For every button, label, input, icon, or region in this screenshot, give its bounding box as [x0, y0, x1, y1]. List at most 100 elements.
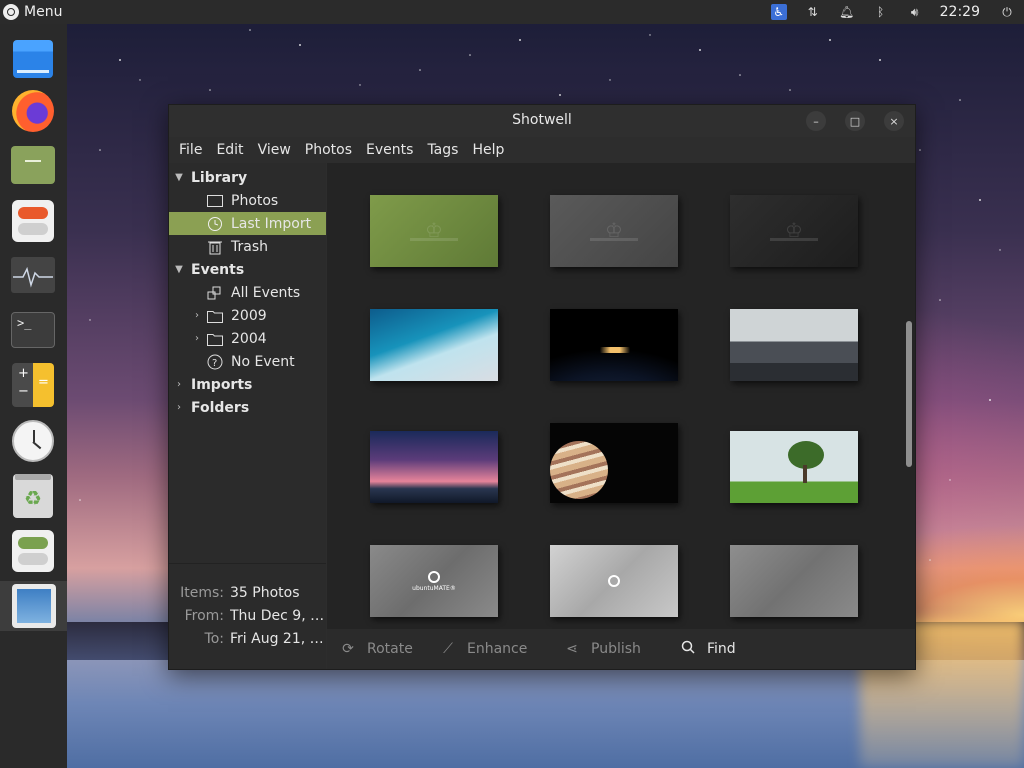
dock-shotwell[interactable]: [0, 581, 67, 631]
ubuntu-mate-logo-icon: [3, 4, 19, 20]
search-icon: [679, 640, 697, 658]
clock[interactable]: 22:29: [932, 0, 990, 24]
calculator-icon: + − =: [12, 363, 54, 407]
dock-files[interactable]: [10, 36, 56, 82]
dock-tweak[interactable]: [10, 528, 56, 574]
photo-caption: ubuntuMATE®: [412, 585, 456, 592]
scrollbar-thumb[interactable]: [906, 321, 912, 467]
notifications-tray-button[interactable]: 🔔︎: [830, 0, 864, 24]
stat-to-label: To:: [204, 631, 224, 647]
dock-clock[interactable]: [10, 418, 56, 464]
sidebar-imports-header[interactable]: › Imports: [169, 373, 326, 396]
accessibility-tray-button[interactable]: ♿: [762, 0, 796, 24]
bluetooth-icon: ᛒ: [877, 5, 885, 19]
dock-calculator[interactable]: + − =: [10, 362, 56, 408]
sidebar-events-header[interactable]: ▼ Events: [169, 258, 326, 281]
menu-photos[interactable]: Photos: [298, 137, 359, 163]
dock-file-manager[interactable]: [10, 142, 56, 188]
minimize-button[interactable]: –: [806, 111, 826, 131]
crown-icon: ♔: [410, 219, 458, 241]
menu-events[interactable]: Events: [359, 137, 420, 163]
collapsed-arrow-icon[interactable]: ›: [191, 333, 203, 344]
menu-help[interactable]: Help: [465, 137, 511, 163]
sidebar-item-last-import[interactable]: Last Import: [169, 212, 326, 235]
menu-view[interactable]: View: [251, 137, 298, 163]
titlebar[interactable]: Shotwell – □ ×: [169, 105, 915, 137]
sidebar-item-2009[interactable]: › 2009: [169, 304, 326, 327]
network-tray-button[interactable]: ⇅: [796, 0, 830, 24]
main-menu-button[interactable]: Menu: [0, 0, 62, 24]
dock: >_ + − = ♻: [0, 24, 67, 768]
power-tray-button[interactable]: ⏻: [990, 0, 1024, 24]
photo-thumbnail[interactable]: ♔: [370, 195, 498, 267]
bottom-toolbar: ⟳ Rotate ⟋ Enhance ⋖ Publish Find: [327, 629, 915, 669]
dock-trash[interactable]: ♻: [10, 473, 56, 519]
menubar: File Edit View Photos Events Tags Help: [169, 137, 915, 163]
photos-icon: [207, 193, 223, 209]
collapsed-arrow-icon[interactable]: ›: [191, 310, 203, 321]
sidebar-item-label: Trash: [231, 238, 268, 255]
share-icon: ⋖: [566, 641, 578, 657]
photo-thumbnail[interactable]: [730, 431, 858, 503]
sidebar-item-trash[interactable]: Trash: [169, 235, 326, 258]
expanded-arrow-icon[interactable]: ▼: [173, 172, 185, 183]
question-icon: ?: [207, 354, 223, 370]
photo-thumbnail[interactable]: [730, 309, 858, 381]
close-button[interactable]: ×: [884, 111, 904, 131]
sidebar-item-2004[interactable]: › 2004: [169, 327, 326, 350]
terminal-icon: >_: [11, 312, 55, 348]
maximize-icon: □: [849, 114, 861, 128]
photo-thumbnail[interactable]: [370, 309, 498, 381]
photo-thumbnail[interactable]: ubuntuMATE®: [370, 545, 498, 617]
photo-thumbnail[interactable]: ♔: [730, 195, 858, 267]
photo-thumbnail[interactable]: [550, 309, 678, 381]
dock-terminal[interactable]: >_: [10, 307, 56, 353]
system-tray: ♿ ⇅ 🔔︎ ᛒ 🔊︎ 22:29 ⏻: [762, 0, 1024, 24]
dock-system-monitor[interactable]: [10, 252, 56, 298]
volume-tray-button[interactable]: 🔊︎: [898, 0, 932, 24]
network-icon: ⇅: [807, 5, 818, 19]
bluetooth-tray-button[interactable]: ᛒ: [864, 0, 898, 24]
rotate-button[interactable]: ⟳ Rotate: [339, 629, 413, 669]
sidebar-item-label: 2004: [231, 330, 267, 347]
dock-firefox[interactable]: [10, 88, 56, 134]
sidebar-item-no-event[interactable]: ? No Event: [169, 350, 326, 373]
find-button[interactable]: Find: [679, 629, 736, 669]
files-icon: [13, 40, 53, 78]
publish-label: Publish: [591, 641, 641, 657]
sidebar-item-photos[interactable]: Photos: [169, 189, 326, 212]
sidebar-folders-header[interactable]: › Folders: [169, 396, 326, 419]
menu-edit[interactable]: Edit: [209, 137, 250, 163]
photo-thumbnail[interactable]: [730, 545, 858, 617]
dock-settings[interactable]: [10, 198, 56, 244]
shotwell-icon: [11, 584, 56, 628]
crown-icon: ♔: [590, 219, 638, 241]
photo-thumbnail[interactable]: ♔: [550, 195, 678, 267]
shotwell-window: Shotwell – □ × File Edit View Photos Eve…: [168, 104, 916, 670]
collapsed-arrow-icon[interactable]: ›: [173, 379, 185, 390]
photo-thumbnail[interactable]: [550, 545, 678, 617]
sidebar: ▼ Library Photos Last Import Trash ▼ Eve…: [169, 163, 326, 669]
photo-thumbnail[interactable]: [370, 431, 498, 503]
firefox-icon: [12, 90, 54, 132]
stat-from-label: From:: [184, 608, 224, 624]
scrollbar[interactable]: [901, 163, 915, 629]
sidebar-item-label: All Events: [231, 284, 301, 301]
folder-icon: [11, 146, 55, 184]
enhance-button[interactable]: ⟋ Enhance: [439, 629, 527, 669]
menu-tags[interactable]: Tags: [420, 137, 465, 163]
publish-button[interactable]: ⋖ Publish: [563, 629, 641, 669]
maximize-button[interactable]: □: [845, 111, 865, 131]
library-stats: Items: 35 Photos From: Thu Dec 9, … To: …: [169, 564, 326, 669]
expanded-arrow-icon[interactable]: ▼: [173, 264, 185, 275]
ubuntu-mate-logo-icon: [428, 571, 440, 583]
recycle-bin-icon: ♻: [13, 474, 53, 518]
all-events-icon: [207, 285, 223, 301]
stat-from-value: Thu Dec 9, …: [230, 608, 325, 624]
collapsed-arrow-icon[interactable]: ›: [173, 402, 185, 413]
menu-file[interactable]: File: [172, 137, 209, 163]
sidebar-library-header[interactable]: ▼ Library: [169, 166, 326, 189]
sidebar-item-all-events[interactable]: All Events: [169, 281, 326, 304]
photo-thumbnail[interactable]: [550, 423, 678, 503]
imports-header-label: Imports: [191, 376, 253, 393]
